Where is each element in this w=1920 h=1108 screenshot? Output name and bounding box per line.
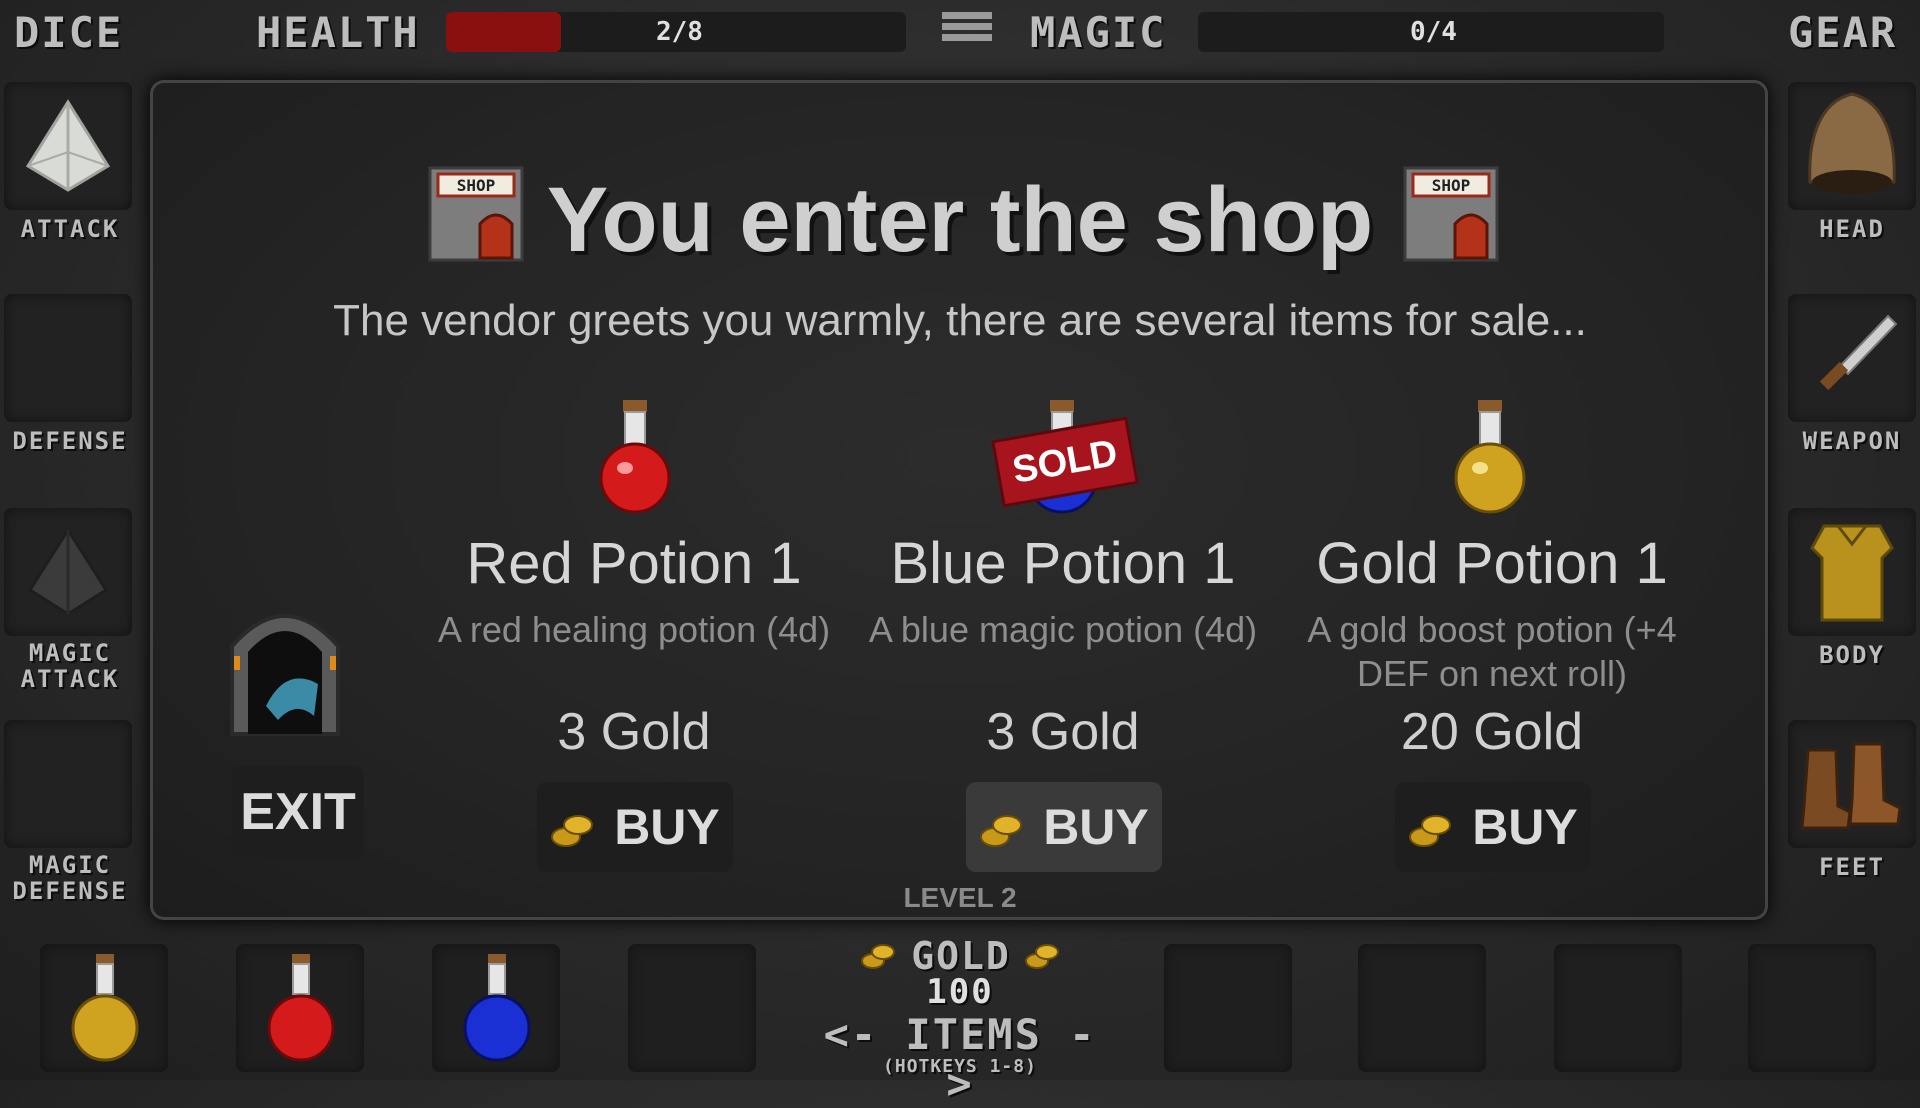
body-gear-slot[interactable] xyxy=(1788,508,1916,636)
d4-die-black-icon xyxy=(27,527,109,616)
magic-attack-slot-label: MAGIC ATTACK xyxy=(20,639,120,693)
buy-label: BUY xyxy=(1472,799,1578,855)
health-value: 2/8 xyxy=(656,17,703,47)
magic-defense-slot-label: MAGIC DEFENSE xyxy=(12,851,128,905)
feet-gear-slot[interactable] xyxy=(1788,720,1916,848)
gold-amount: 100 xyxy=(926,972,994,1012)
gold-coins-icon xyxy=(551,815,594,847)
dice-header: DICE xyxy=(14,8,124,57)
item-price: 3 Gold xyxy=(557,703,711,761)
buy-button[interactable]: BUY xyxy=(1395,782,1591,872)
health-bar-fill xyxy=(446,12,561,52)
gold-coins-icon xyxy=(1409,815,1452,847)
hotkeys-hint: (HOTKEYS 1-8) xyxy=(883,1056,1037,1077)
red-potion-icon xyxy=(267,954,335,1062)
buy-label: BUY xyxy=(614,799,720,855)
gear-header: GEAR xyxy=(1788,8,1898,57)
gold-coins-icon xyxy=(980,815,1023,847)
gold-potion-icon xyxy=(71,954,139,1062)
feet-slot-label: FEET xyxy=(1819,853,1885,881)
buy-label: BUY xyxy=(1043,799,1149,855)
leather-boots-icon xyxy=(1800,742,1902,830)
item-description: A blue magic potion (4d) xyxy=(868,609,1258,650)
magic-attack-dice-slot[interactable] xyxy=(4,508,132,636)
magic-label: MAGIC xyxy=(1030,8,1167,57)
blue-potion-icon xyxy=(463,954,531,1062)
gold-armor-icon xyxy=(1810,524,1894,622)
item-price: 20 Gold xyxy=(1400,703,1584,761)
gold-potion-icon xyxy=(1440,398,1540,518)
inventory-slot-1[interactable] xyxy=(40,944,168,1072)
buy-button[interactable]: BUY xyxy=(537,782,733,872)
weapon-slot-label: WEAPON xyxy=(1802,427,1902,455)
gold-coins-icon xyxy=(1024,944,1059,969)
body-slot-label: BODY xyxy=(1819,641,1885,669)
inventory-slot-8[interactable] xyxy=(1748,944,1876,1072)
level-indicator: LEVEL 2 xyxy=(903,882,1017,913)
inventory-slot-4[interactable] xyxy=(628,944,756,1072)
inventory-slot-6[interactable] xyxy=(1358,944,1486,1072)
exit-door-icon xyxy=(226,596,344,736)
inventory-slot-7[interactable] xyxy=(1554,944,1682,1072)
item-name: Gold Potion 1 xyxy=(1316,531,1668,596)
page-title: You enter the shop xyxy=(546,169,1374,271)
gold-coins-icon xyxy=(861,944,896,969)
item-description: A gold boost potion (+4 DEF on next roll… xyxy=(1307,609,1677,694)
item-description: A red healing potion (4d) xyxy=(437,609,831,650)
item-price: 3 Gold xyxy=(986,703,1140,761)
inventory-slot-2[interactable] xyxy=(236,944,364,1072)
inventory-slot-3[interactable] xyxy=(432,944,560,1072)
item-name: Red Potion 1 xyxy=(466,531,802,596)
magic-bar: 0/4 xyxy=(1198,12,1664,52)
magic-value: 0/4 xyxy=(1410,17,1457,47)
buy-button[interactable]: BUY xyxy=(966,782,1162,872)
inventory-slot-5[interactable] xyxy=(1164,944,1292,1072)
item-name: Blue Potion 1 xyxy=(890,531,1236,596)
defense-slot-label: DEFENSE xyxy=(12,427,128,455)
menu-icon[interactable] xyxy=(942,12,992,54)
shop-subtitle: The vendor greets you warmly, there are … xyxy=(333,296,1587,345)
health-label: HEALTH xyxy=(256,8,420,57)
red-potion-icon xyxy=(585,398,685,518)
health-bar: 2/8 xyxy=(446,12,906,52)
magic-defense-dice-slot[interactable] xyxy=(4,720,132,848)
exit-button[interactable]: EXIT xyxy=(232,766,364,858)
